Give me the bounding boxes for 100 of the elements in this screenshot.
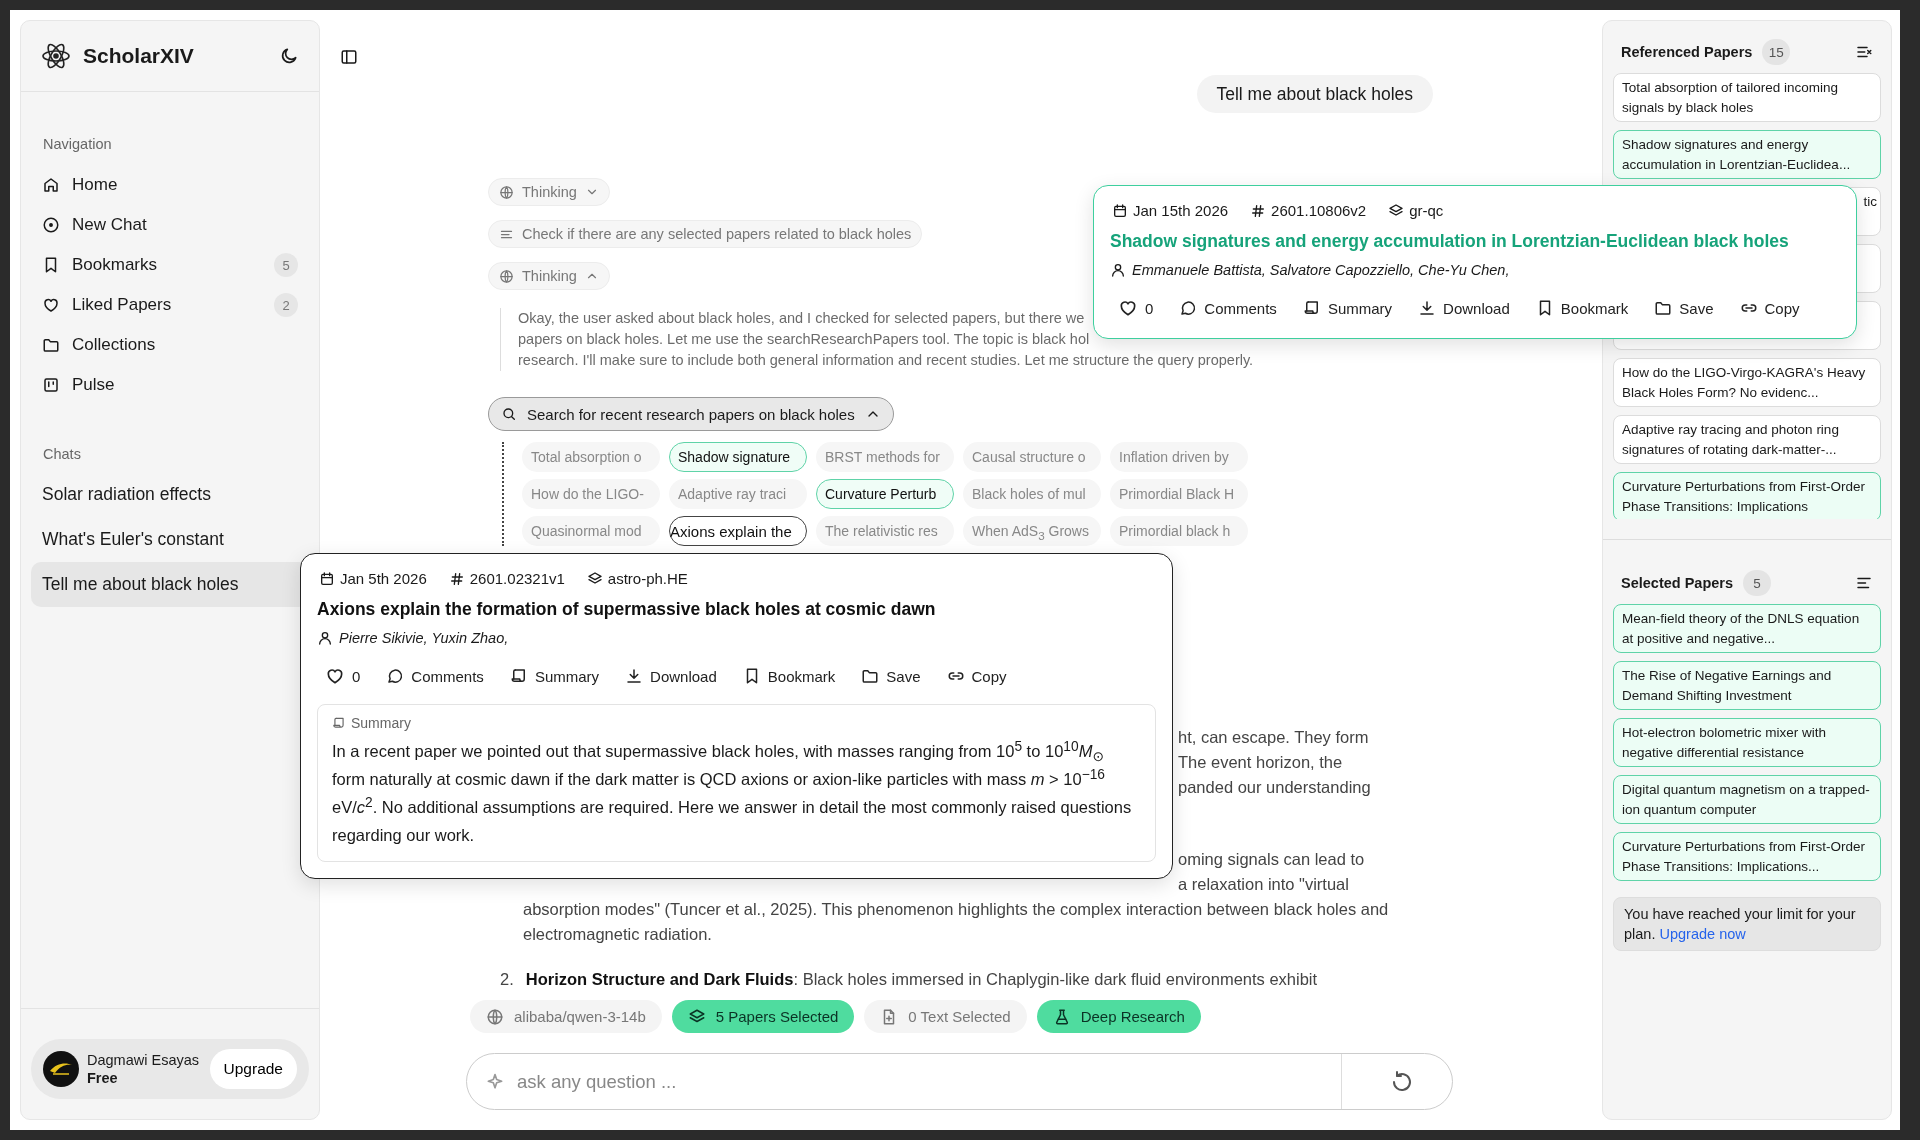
app-name: ScholarXIV bbox=[83, 44, 195, 68]
heart-icon bbox=[1118, 298, 1138, 318]
scroll-icon bbox=[509, 667, 528, 685]
globe-icon bbox=[499, 184, 514, 200]
nav-item[interactable]: Pulse bbox=[31, 365, 309, 405]
nav-item[interactable]: Home bbox=[31, 165, 309, 205]
thinking-step[interactable]: Thinking bbox=[488, 262, 610, 290]
calendar-icon bbox=[319, 570, 335, 587]
moon-icon bbox=[279, 46, 299, 66]
bookmark-button[interactable]: Bookmark bbox=[1535, 294, 1629, 322]
copy-button[interactable]: Copy bbox=[1739, 294, 1800, 322]
toolbar-chip[interactable]: alibaba/qwen-3-14b bbox=[470, 1000, 662, 1033]
board-icon bbox=[42, 376, 60, 394]
bookmark-button[interactable]: Bookmark bbox=[742, 662, 836, 690]
paper-id: 2601.10806v2 bbox=[1271, 202, 1367, 219]
download-icon bbox=[1418, 299, 1437, 317]
user-icon bbox=[317, 630, 333, 646]
paper-card[interactable]: Curvature Perturbations from First-Order Phase Transitions: Implications... bbox=[1613, 832, 1881, 881]
sidebar-toggle-icon bbox=[340, 48, 358, 66]
paper-card[interactable]: Shadow signatures and energy accumulation in Lorentzian-Euclidea... bbox=[1613, 130, 1881, 179]
hash-icon bbox=[1250, 202, 1267, 219]
thinking-text: research. I'll make sure to include both general information and recent studies. Let me structure the query properly. bbox=[518, 351, 1254, 370]
paper-card[interactable]: Mean-field theory of the DNLS equation at positive and negative... bbox=[1613, 604, 1881, 653]
summary-text: In a recent paper we pointed out that supermassive black holes, with masses ranging from 10$^{5}$ to 10$^{10}$M$_{⊙}$ form naturally at cosmic dawn if the dark matter is QCD axions or axion-like particles with mass m > 10$^{−16}$ eV/c$^{2}$. No additional assumptions are required. Here we answer in detail the most commonly raised questions regarding our work. bbox=[332, 737, 1133, 846]
chat-item[interactable]: Solar radiation effects bbox=[31, 472, 309, 517]
paper-date: Jan 15th 2026 bbox=[1133, 202, 1229, 219]
thinking-text: Okay, the user asked about black holes, and I checked for selected papers, but there we bbox=[518, 309, 1085, 328]
nav-item[interactable]: New Chat bbox=[31, 205, 309, 245]
folder-icon bbox=[42, 336, 60, 354]
like-button[interactable]: 0 bbox=[325, 662, 361, 690]
summary-button[interactable]: Summary bbox=[509, 662, 600, 690]
paper-card[interactable]: Hot-electron bolometric mixer with negative differential resistance bbox=[1613, 718, 1881, 767]
task-step: Check if there are any selected papers related to black holes bbox=[488, 220, 923, 248]
download-icon bbox=[625, 667, 644, 685]
heart-icon bbox=[42, 296, 60, 314]
nav-item[interactable]: Collections bbox=[31, 325, 309, 365]
copy-button[interactable]: Copy bbox=[946, 662, 1007, 690]
scroll-icon bbox=[332, 716, 346, 730]
section-label: Navigation bbox=[42, 136, 113, 152]
paper-id: 2601.02321v1 bbox=[469, 570, 565, 587]
paper-date: Jan 5th 2026 bbox=[340, 570, 427, 587]
paper-card[interactable]: Adaptive ray tracing and photon ring signatures of rotating dark-matter-... bbox=[1613, 415, 1881, 464]
answer-text: oming signals can lead to bbox=[1178, 849, 1366, 870]
toolbar-chip[interactable]: 5 Papers Selected bbox=[671, 1000, 855, 1033]
question-input[interactable]: ask any question ... bbox=[515, 1069, 1331, 1094]
paper-chip[interactable]: Axions explain the bbox=[669, 516, 807, 546]
comments-button[interactable]: Comments bbox=[1179, 294, 1277, 322]
paper-authors: Emmanuele Battista, Salvatore Capozziello, Che-Yu Chen, bbox=[1132, 262, 1510, 278]
reload-icon bbox=[1390, 1069, 1414, 1094]
paper-card[interactable]: The Rise of Negative Earnings and Demand Shifting Investment bbox=[1613, 661, 1881, 710]
paper-card[interactable]: How do the LIGO-Virgo-KAGRA's Heavy Black Holes Form? No evidenc... bbox=[1613, 358, 1881, 407]
toolbar-chip[interactable]: Deep Research bbox=[1036, 1000, 1201, 1033]
plan-label: Free bbox=[87, 1069, 119, 1087]
summary-button[interactable]: Summary bbox=[1302, 294, 1393, 322]
folder-icon bbox=[861, 667, 880, 685]
paper-card[interactable]: Total absorption of tailored incoming signals by black holes bbox=[1613, 73, 1881, 122]
upgrade-link[interactable]: Upgrade now bbox=[1659, 926, 1746, 942]
count-badge: 15 bbox=[1762, 39, 1791, 65]
download-button[interactable]: Download bbox=[625, 662, 717, 690]
sparkle-icon bbox=[485, 1071, 505, 1092]
target-icon bbox=[42, 216, 60, 234]
answer-text: a relaxation into "virtual bbox=[1178, 874, 1350, 895]
paper-authors: Pierre Sikivie, Yuxin Zhao, bbox=[339, 630, 509, 646]
limit-notice: You have reached your limit for your plan. Upgrade now bbox=[1613, 897, 1881, 951]
paper-category: astro-ph.HE bbox=[607, 570, 688, 587]
calendar-icon bbox=[1112, 202, 1128, 219]
folder-icon bbox=[1654, 299, 1673, 317]
nav-item[interactable]: Liked Papers 2 bbox=[31, 285, 309, 325]
answer-text: The event horizon, the bbox=[1178, 752, 1344, 773]
count-badge: 5 bbox=[274, 253, 298, 277]
like-button[interactable]: 0 bbox=[1118, 294, 1154, 322]
save-button[interactable]: Save bbox=[861, 662, 921, 690]
thinking-text: papers on black holes. Let me use the searchResearchPapers tool. The topic is black hol bbox=[518, 330, 1090, 349]
comments-button[interactable]: Comments bbox=[386, 662, 484, 690]
count-badge: 5 bbox=[1743, 570, 1772, 596]
upgrade-button[interactable]: Upgrade bbox=[209, 1049, 297, 1089]
section-label: Chats bbox=[42, 446, 82, 462]
count-badge: 2 bbox=[274, 293, 298, 317]
globe-icon bbox=[499, 268, 514, 284]
paper-chip[interactable]: Shadow signature bbox=[669, 442, 807, 472]
answer-text: panded our understanding bbox=[1178, 777, 1372, 798]
home-icon bbox=[42, 176, 60, 194]
search-step[interactable]: Search for recent research papers on black holes bbox=[488, 397, 894, 431]
search-icon bbox=[501, 406, 517, 422]
paper-card[interactable]: Digital quantum magnetism on a trapped-ion quantum computer bbox=[1613, 775, 1881, 824]
chat-item[interactable]: What's Euler's constant bbox=[31, 517, 309, 562]
download-button[interactable]: Download bbox=[1418, 294, 1510, 322]
thinking-step[interactable]: Thinking bbox=[488, 178, 610, 206]
save-button[interactable]: Save bbox=[1654, 294, 1714, 322]
answer-text: Horizon Structure and Dark Fluids: Black holes immersed in Chaplygin-like dark fluid environments exhibit bbox=[525, 969, 1318, 990]
user-message: Tell me about black holes bbox=[1196, 75, 1433, 113]
paper-category: gr-qc bbox=[1409, 202, 1444, 219]
paper-card[interactable]: Curvature Perturbations from First-Order Phase Transitions: Implications bbox=[1613, 472, 1881, 519]
toolbar-chip[interactable]: 0 Text Selected bbox=[864, 1000, 1027, 1033]
nav-item[interactable]: Bookmarks 5 bbox=[31, 245, 309, 285]
panel-title: Referenced Papers bbox=[1621, 44, 1753, 60]
hash-icon bbox=[448, 570, 465, 587]
atom-icon bbox=[41, 41, 71, 71]
paper-chip[interactable]: Curvature Perturb bbox=[816, 479, 954, 509]
paper-title[interactable]: Axions explain the formation of supermassive black holes at cosmic dawn bbox=[317, 599, 1156, 620]
